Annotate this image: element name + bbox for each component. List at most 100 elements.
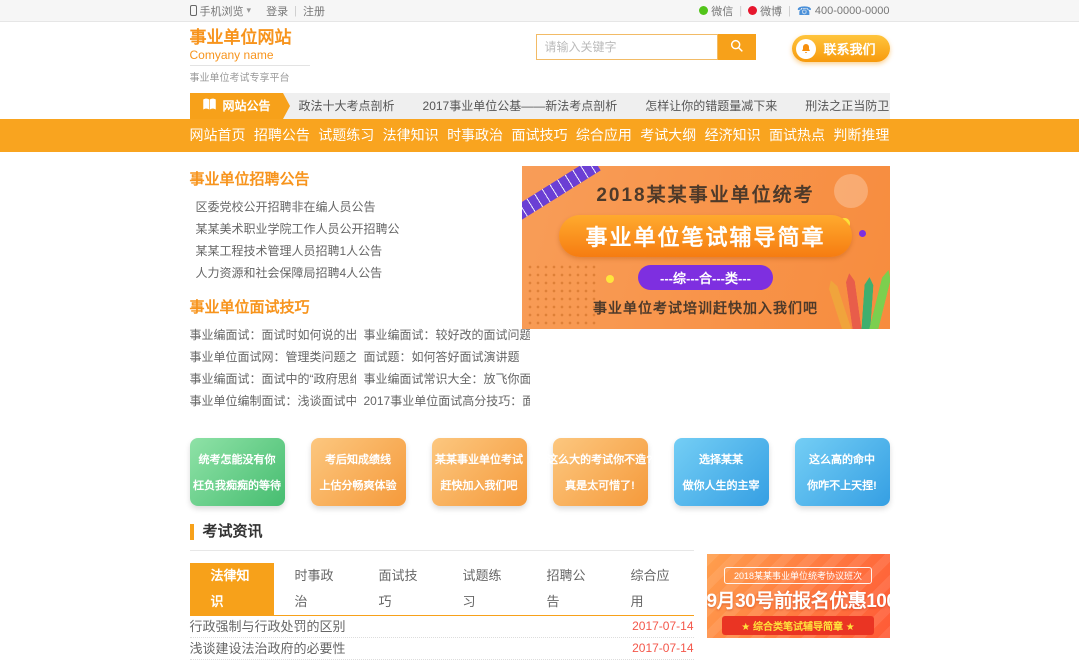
nav-item[interactable]: 经济知识 <box>705 119 761 152</box>
card-line2: 你咋不上天捏! <box>807 477 877 493</box>
notice-item[interactable]: 怎样让你的错题量减下来 <box>645 93 777 119</box>
site-title: 事业单位网站 <box>190 28 310 48</box>
interview-list-right: 事业编面试：较好改的面试问题在这里面试题：如何答好面试演讲题事业编面试常识大全：… <box>364 324 530 412</box>
news-tab[interactable]: 时事政治 <box>274 563 358 615</box>
book-icon <box>202 98 217 114</box>
interview-item[interactable]: 事业编面试：面试时如何说的出“口” <box>190 324 356 346</box>
news-row[interactable]: 行政强制与行政处罚的区别 2017-07-14 <box>190 616 694 638</box>
contact-us-button[interactable]: 联系我们 <box>792 35 889 62</box>
mobile-browse-label: 手机浏览 <box>200 3 244 19</box>
star-icon: ★ <box>846 622 855 633</box>
wechat-label: 微信 <box>711 3 733 19</box>
divider: | <box>294 5 297 17</box>
wechat-icon <box>699 6 708 15</box>
hotline-number[interactable]: ☎ 400-0000-0000 <box>797 4 890 18</box>
card-line2: 赶快加入我们吧 <box>441 477 518 493</box>
main-promo-banner[interactable]: 2018某某事业单位统考 事业单位笔试辅导简章 ---综---合---类--- … <box>522 166 890 329</box>
slogan-card[interactable]: 这么大的考试你不造? 真是太可惜了! <box>553 438 648 506</box>
notice-label: 网站公告 <box>223 97 271 114</box>
banner-category-pill: ---综---合---类--- <box>638 265 773 290</box>
interview-section-title: 事业单位面试技巧 <box>190 296 510 317</box>
interview-item[interactable]: 2017事业单位面试高分技巧：面试 <box>364 390 530 412</box>
divider: | <box>739 5 742 17</box>
interview-item[interactable]: 事业编面试：面试中的“政府思维”知 <box>190 368 356 390</box>
nav-item[interactable]: 判断推理 <box>833 119 889 152</box>
nav-item[interactable]: 面试热点 <box>769 119 825 152</box>
wechat-link[interactable]: 微信 <box>699 3 733 19</box>
news-tab[interactable]: 招聘公告 <box>526 563 610 615</box>
recruit-item[interactable]: 某某美术职业学院工作人员公开招聘公 <box>190 218 510 240</box>
slogan-card[interactable]: 某某事业单位考试 赶快加入我们吧 <box>432 438 527 506</box>
news-row[interactable]: 浅谈建设法治政府的必要性 2017-07-14 <box>190 638 694 660</box>
news-item-title: 行政强制与行政处罚的区别 <box>190 616 346 637</box>
circle-decoration <box>859 230 866 237</box>
interview-item[interactable]: 事业单位面试网：管理类问题之如何笔 <box>190 346 356 368</box>
interview-item[interactable]: 事业编面试：较好改的面试问题在这里 <box>364 324 530 346</box>
recruit-item[interactable]: 人力资源和社会保障局招聘4人公告 <box>190 262 510 284</box>
notice-list: 政法十大考点剖析 2017事业单位公基——新法考点剖析 怎样让你的错题量减下来 刑法之… <box>283 93 890 119</box>
hotline-label: 400-0000-0000 <box>815 5 890 17</box>
promo-headline: 9月30号前报名优惠1000 <box>707 586 890 613</box>
nav-item[interactable]: 法律知识 <box>383 119 439 152</box>
news-tabs: 法律知识时事政治面试技巧试题练习招聘公告综合应用 <box>190 563 694 616</box>
slogan-card[interactable]: 选择某某 做你人生的主宰 <box>674 438 769 506</box>
nav-item[interactable]: 招聘公告 <box>254 119 310 152</box>
news-item-title: 浅谈建设法治政府的必要性 <box>190 638 346 659</box>
recruit-item[interactable]: 区委党校公开招聘非在编人员公告 <box>190 196 510 218</box>
card-line1: 这么大的考试你不造? <box>547 451 653 467</box>
main-content: 事业单位招聘公告 区委党校公开招聘非在编人员公告某某美术职业学院工作人员公开招聘… <box>190 166 890 660</box>
recruit-section-title: 事业单位招聘公告 <box>190 168 510 189</box>
news-tab[interactable]: 法律知识 <box>190 563 274 615</box>
promo-band-text: 综合类笔试辅导简章 <box>753 622 843 633</box>
weibo-link[interactable]: 微博 <box>748 3 782 19</box>
divider <box>257 5 260 17</box>
card-line1: 考后知成绩线 <box>325 451 391 467</box>
promo-label: 2018某某事业单位统考协议班次 <box>724 567 872 584</box>
nav-item[interactable]: 面试技巧 <box>511 119 567 152</box>
nav-item[interactable]: 综合应用 <box>576 119 632 152</box>
search-icon <box>729 38 745 57</box>
login-link[interactable]: 登录 <box>266 3 288 19</box>
divider: | <box>788 5 791 17</box>
banner-headline: 2018某某事业单位统考 <box>522 180 890 207</box>
search-button[interactable] <box>718 34 756 60</box>
slogan-cards: 统考怎能没有你 枉负我痴痴的等待 考后知成绩线 上估分畅爽体验 某某事业单位考试… <box>190 438 890 506</box>
card-line1: 统考怎能没有你 <box>199 451 276 467</box>
news-tab[interactable]: 面试技巧 <box>358 563 442 615</box>
card-line1: 选择某某 <box>699 451 743 467</box>
interview-item[interactable]: 事业编面试常识大全：放飞你面试思路 <box>364 368 530 390</box>
logo[interactable]: 事业单位网站 Comyany name 事业单位考试专享平台 <box>190 28 310 84</box>
card-line2: 真是太可惜了! <box>565 477 635 493</box>
header: 事业单位网站 Comyany name 事业单位考试专享平台 联系我们 网站公告… <box>190 22 890 119</box>
slogan-card[interactable]: 这么高的命中 你咋不上天捏! <box>795 438 890 506</box>
slogan-card[interactable]: 统考怎能没有你 枉负我痴痴的等待 <box>190 438 285 506</box>
register-link[interactable]: 注册 <box>303 3 325 19</box>
interview-item[interactable]: 事业单位编制面试：浅谈面试中的综合 <box>190 390 356 412</box>
mobile-browse-link[interactable]: 手机浏览 ▾ <box>190 3 252 19</box>
circle-decoration <box>606 275 614 283</box>
exam-news-title: 考试资讯 <box>190 524 694 540</box>
notice-item[interactable]: 2017事业单位公基——新法考点剖析 <box>423 93 618 119</box>
search-input[interactable] <box>536 34 718 60</box>
news-item-date: 2017-07-14 <box>632 638 693 659</box>
interview-list-left: 事业编面试：面试时如何说的出“口”事业单位面试网：管理类问题之如何笔事业编面试：… <box>190 324 356 412</box>
recruit-item[interactable]: 某某工程技术管理人员招聘1人公告 <box>190 240 510 262</box>
side-promo-banner[interactable]: 2018某某事业单位统考协议班次 9月30号前报名优惠1000 ★ 综合类笔试辅… <box>707 554 890 638</box>
exam-news-section: 考试资讯 法律知识时事政治面试技巧试题练习招聘公告综合应用 行政强制与行政处罚的… <box>190 524 694 660</box>
news-tab[interactable]: 综合应用 <box>610 563 694 615</box>
nav-item[interactable]: 网站首页 <box>190 119 246 152</box>
card-line2: 上估分畅爽体验 <box>320 477 397 493</box>
card-line2: 枉负我痴痴的等待 <box>193 477 281 493</box>
weibo-icon <box>748 6 757 15</box>
nav-item[interactable]: 考试大纲 <box>640 119 696 152</box>
slogan-card[interactable]: 考后知成绩线 上估分畅爽体验 <box>311 438 406 506</box>
card-line1: 某某事业单位考试 <box>435 451 523 467</box>
news-list: 行政强制与行政处罚的区别 2017-07-14 浅谈建设法治政府的必要性 201… <box>190 616 694 660</box>
interview-item[interactable]: 面试题：如何答好面试演讲题 <box>364 346 530 368</box>
nav-item[interactable]: 时事政治 <box>447 119 503 152</box>
mobile-phone-icon <box>190 5 197 16</box>
nav-item[interactable]: 试题练习 <box>318 119 374 152</box>
news-tab[interactable]: 试题练习 <box>442 563 526 615</box>
notice-item[interactable]: 政法十大考点剖析 <box>299 93 395 119</box>
notice-item[interactable]: 刑法之正当防卫与紧急避险的区别 <box>805 93 889 119</box>
